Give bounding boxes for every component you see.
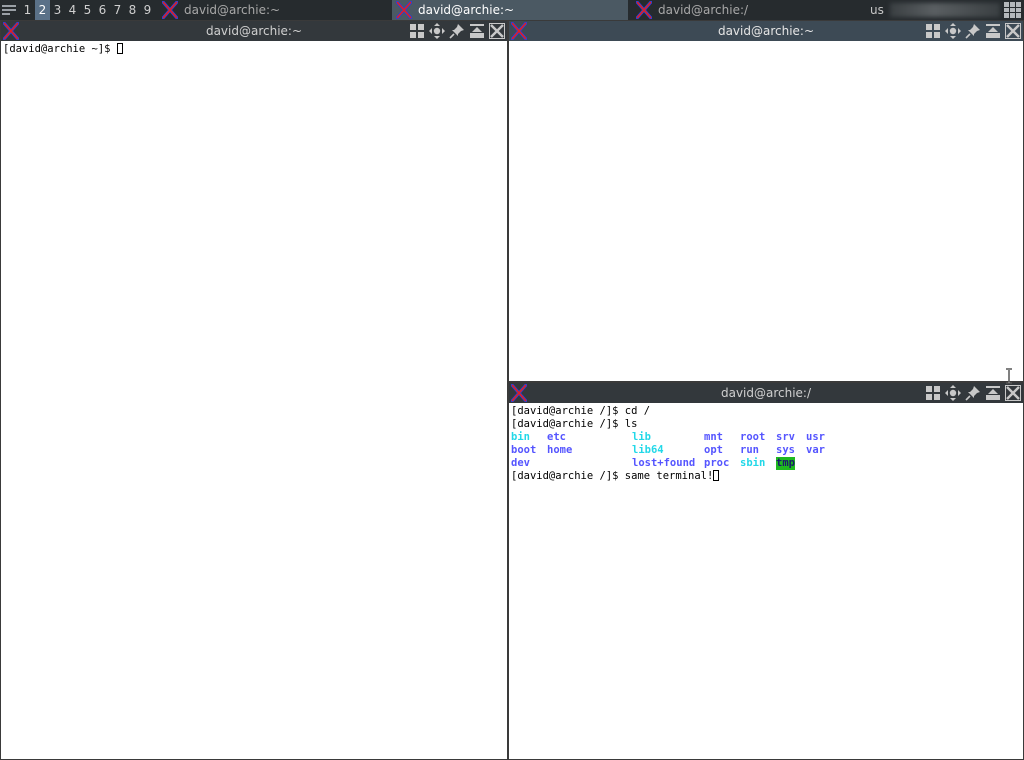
taskbar-item-1[interactable]: david@archie:~ (158, 0, 390, 20)
workspace-4[interactable]: 4 (65, 0, 80, 20)
tile-icon[interactable] (925, 385, 941, 401)
text-cursor (713, 470, 720, 481)
taskbar-item-label: david@archie:~ (418, 3, 515, 17)
window-buttons (925, 23, 1021, 39)
workspace-7[interactable]: 7 (110, 0, 125, 20)
ls-entry: home (547, 444, 573, 456)
xterm-icon (396, 1, 412, 19)
window-buttons (409, 23, 505, 39)
terminal-window-right-top[interactable]: david@archie:~ (508, 20, 1024, 382)
taskbar-item-label: david@archie:~ (184, 3, 281, 17)
ls-entry: opt (704, 444, 723, 456)
pin-icon[interactable] (965, 385, 981, 401)
close-icon[interactable] (1005, 23, 1021, 39)
top-panel: 123456789 david@archie:~ david@archie:~ … (0, 0, 1024, 20)
ls-row: bin etc lib mnt root srv usr (511, 431, 1021, 444)
ls-entry: sys (776, 444, 795, 456)
ls-entry: srv (776, 431, 795, 443)
maximize-icon[interactable] (985, 23, 1001, 39)
ls-row: dev lost+found proc sbin tmp (511, 457, 1021, 470)
ls-entry: lib64 (632, 444, 664, 456)
terminal-content[interactable]: [david@archie ~]$ (3, 41, 505, 759)
ls-entry: root (740, 431, 766, 443)
workspace-switcher: 123456789 (20, 0, 155, 20)
ls-entry: lost+found (632, 457, 696, 469)
window-buttons (925, 385, 1021, 401)
workspace-9[interactable]: 9 (140, 0, 155, 20)
terminal-line: [david@archie /]$ ls (511, 418, 638, 430)
pin-icon[interactable] (965, 23, 981, 39)
pin-icon[interactable] (449, 23, 465, 39)
ls-entry: sbin (740, 457, 766, 469)
show-desktop-icon[interactable] (1004, 2, 1022, 18)
taskbar-item-3[interactable]: david@archie:/ (632, 0, 868, 20)
move-icon[interactable] (945, 23, 961, 39)
terminal-window-left[interactable]: david@archie:~ [david@archie ~]$ (0, 20, 508, 760)
move-icon[interactable] (429, 23, 445, 39)
xterm-icon (636, 1, 652, 19)
workspace-2[interactable]: 2 (35, 0, 50, 20)
terminal-window-right-bottom[interactable]: david@archie:/ [david@archie /]$ cd / [da… (508, 382, 1024, 760)
ls-entry: run (740, 444, 759, 456)
prompt-line: [david@archie /]$ same terminal! (511, 470, 714, 482)
terminal-content[interactable]: [david@archie /]$ cd / [david@archie /]$ … (511, 403, 1021, 759)
ls-row: boot home lib64 opt run sys var (511, 444, 1021, 457)
ls-output: bin etc lib mnt root srv usr boot home lib64 opt ru… (511, 431, 1021, 470)
terminal-line: [david@archie /]$ cd / (511, 405, 651, 417)
ls-entry: mnt (704, 431, 723, 443)
ls-entry: boot (511, 444, 537, 456)
keyboard-layout-indicator[interactable]: us (870, 0, 884, 20)
move-icon[interactable] (945, 385, 961, 401)
system-tray[interactable] (890, 3, 1000, 17)
workspace-3[interactable]: 3 (50, 0, 65, 20)
workspace-8[interactable]: 8 (125, 0, 140, 20)
taskbar-item-2[interactable]: david@archie:~ (392, 0, 628, 20)
ls-entry: usr (806, 431, 825, 443)
ls-entry: bin (511, 431, 530, 443)
window-titlebar[interactable]: david@archie:~ (509, 21, 1023, 41)
ls-entry: lib (632, 431, 651, 443)
close-icon[interactable] (489, 23, 505, 39)
workspace-1[interactable]: 1 (20, 0, 35, 20)
terminal-content[interactable] (511, 41, 1021, 381)
ls-entry: tmp (776, 457, 795, 470)
xterm-icon (162, 1, 178, 19)
window-titlebar[interactable]: david@archie:~ (1, 21, 507, 41)
ls-entry: proc (704, 457, 730, 469)
text-cursor (116, 43, 123, 54)
ls-entry: var (806, 444, 825, 456)
tile-icon[interactable] (409, 23, 425, 39)
close-icon[interactable] (1005, 385, 1021, 401)
mouse-cursor-icon (1006, 368, 1012, 384)
ls-entry: dev (511, 457, 530, 469)
menu-icon[interactable] (2, 3, 16, 17)
workspace-5[interactable]: 5 (80, 0, 95, 20)
workspace-6[interactable]: 6 (95, 0, 110, 20)
maximize-icon[interactable] (985, 385, 1001, 401)
maximize-icon[interactable] (469, 23, 485, 39)
terminal-line: [david@archie /]$ same terminal! (511, 470, 1021, 483)
ls-entry: etc (547, 431, 566, 443)
window-titlebar[interactable]: david@archie:/ (509, 383, 1023, 403)
tile-icon[interactable] (925, 23, 941, 39)
taskbar-item-label: david@archie:/ (658, 3, 749, 17)
prompt-line: [david@archie ~]$ (3, 43, 117, 55)
